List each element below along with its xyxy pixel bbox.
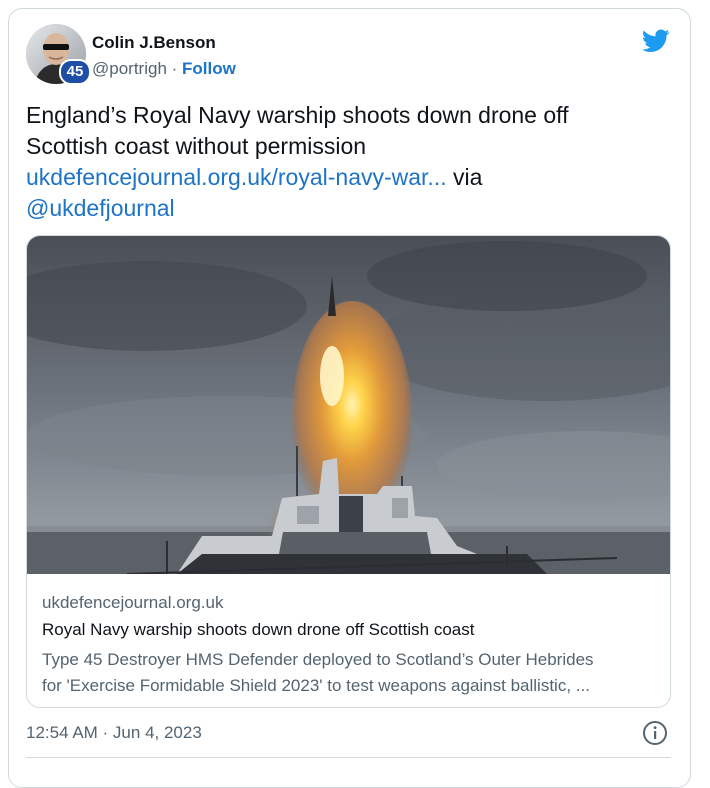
follow-button[interactable]: Follow <box>182 59 236 78</box>
link-card-description-line2: for 'Exercise Formidable Shield 2023' to… <box>42 676 590 695</box>
author-handle-row: @portrigh · Follow <box>92 59 236 79</box>
tweet-timestamp[interactable]: 12:54 AM · Jun 4, 2023 <box>26 723 202 743</box>
tweet-text-line1: England’s Royal Navy warship shoots down… <box>26 102 569 128</box>
link-card-domain: ukdefencejournal.org.uk <box>42 593 224 612</box>
author-name[interactable]: Colin J.Benson <box>92 33 216 53</box>
twitter-bird-icon[interactable] <box>641 29 670 53</box>
tweet-text: England’s Royal Navy warship shoots down… <box>26 100 666 224</box>
link-card-description-line1: Type 45 Destroyer HMS Defender deployed … <box>42 650 594 669</box>
tweet-text-line2: Scottish coast without permission <box>26 133 367 159</box>
article-link[interactable]: ukdefencejournal.org.uk/royal-navy-war..… <box>26 164 447 190</box>
handle-separator: · <box>166 59 183 78</box>
article-image[interactable] <box>27 236 670 575</box>
tweet-link-line: ukdefencejournal.org.uk/royal-navy-war..… <box>26 162 666 193</box>
mention-link[interactable]: @ukdefjournal <box>26 195 175 221</box>
divider <box>26 757 671 758</box>
via-text: via <box>446 164 483 190</box>
link-preview-card[interactable]: ukdefencejournal.org.uk Royal Navy warsh… <box>26 235 671 708</box>
author-handle[interactable]: @portrigh <box>92 59 167 78</box>
link-card-description: Type 45 Destroyer HMS Defender deployed … <box>42 647 657 699</box>
link-card-title: Royal Navy warship shoots down drone off… <box>42 620 475 639</box>
info-icon[interactable] <box>642 720 668 746</box>
avatar-badge: 45 <box>59 59 91 85</box>
tweet-card: 45 Colin J.Benson @portrigh · Follow Eng… <box>8 8 691 788</box>
